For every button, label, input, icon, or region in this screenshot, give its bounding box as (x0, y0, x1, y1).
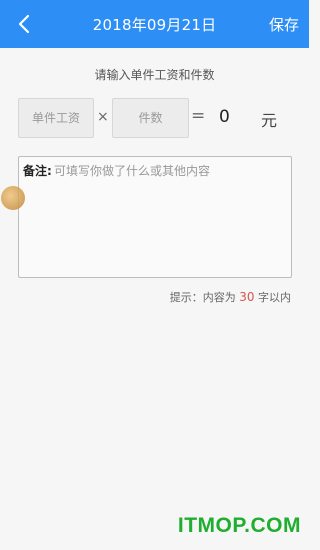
note-label: 备注: (23, 164, 52, 178)
note-input[interactable] (54, 160, 286, 272)
site-watermark: ITMOP.COM (177, 514, 301, 537)
hint-limit-number: 30 (239, 290, 255, 304)
top-bar: 2018年09月21日 保存 (0, 0, 309, 48)
hint-suffix: 字以内 (254, 291, 291, 304)
multiply-sign: × (97, 109, 109, 125)
floating-assistant-button[interactable] (1, 186, 25, 210)
quantity-field-box (112, 98, 189, 138)
quantity-input[interactable] (113, 99, 188, 137)
length-hint: 提示：内容为 30 字以内 (170, 289, 291, 305)
input-prompt: 请输入单件工资和件数 (94, 68, 215, 82)
total-value: 0 (219, 107, 230, 127)
save-button[interactable]: 保存 (269, 14, 299, 35)
hint-prefix: 提示：内容为 (169, 291, 240, 304)
equals-sign: = (191, 106, 206, 126)
note-box: 备注: (18, 156, 292, 278)
page-title: 2018年09月21日 (92, 16, 217, 34)
currency-unit: 元 (261, 111, 278, 130)
unit-wage-input[interactable] (19, 99, 93, 137)
unit-wage-field-box (18, 98, 94, 138)
